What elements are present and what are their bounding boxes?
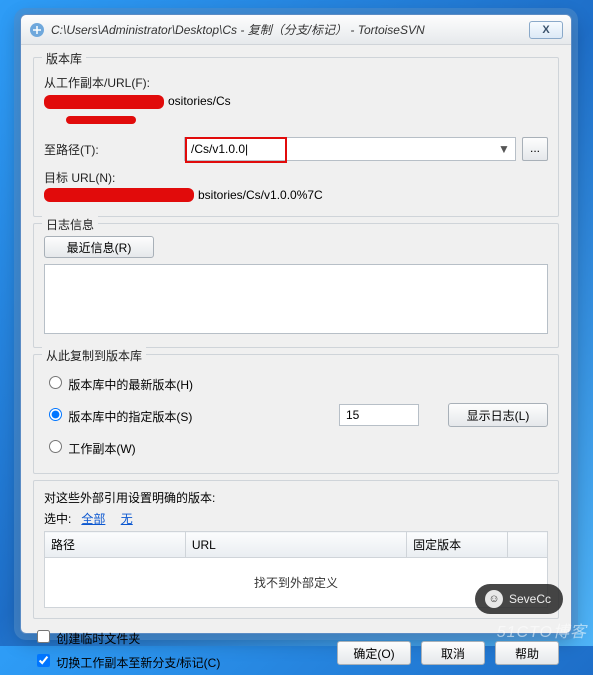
client-area: 版本库 从工作副本/URL(F): ositories/Cs 至路径(T): /… (21, 45, 571, 675)
externals-table: 路径 URL 固定版本 (44, 531, 548, 558)
from-url-value: ositories/Cs (168, 94, 231, 108)
log-group: 日志信息 最近信息(R) (33, 223, 559, 348)
revision-number-input[interactable] (339, 404, 419, 426)
footer: 创建临时文件夹 切换工作副本至新分支/标记(C) 确定(O) 取消 帮助 (33, 627, 559, 665)
repository-group: 版本库 从工作副本/URL(F): ositories/Cs 至路径(T): /… (33, 57, 559, 217)
avatar-icon: ☺ (485, 590, 503, 608)
externals-title: 对这些外部引用设置明确的版本: (44, 489, 548, 506)
dropdown-arrow-icon[interactable]: ▼ (497, 142, 511, 156)
help-button[interactable]: 帮助 (495, 641, 559, 665)
select-all-link[interactable]: 全部 (81, 512, 105, 526)
col-header-path[interactable]: 路径 (45, 532, 186, 558)
dialog-window: C:\Users\Administrator\Desktop\Cs - 复制（分… (20, 14, 572, 634)
from-url-label: 从工作副本/URL(F): (44, 74, 184, 91)
externals-empty-row: 找不到外部定义 (44, 558, 548, 608)
close-button[interactable]: X (529, 21, 563, 39)
browse-button[interactable]: ... (522, 137, 548, 161)
col-header-spacer (507, 532, 547, 558)
to-path-combobox[interactable]: /Cs/v1.0.0| ▼ (184, 137, 516, 161)
col-header-url[interactable]: URL (185, 532, 406, 558)
overlay-bubble-text: SeveCc (509, 592, 551, 606)
app-icon (29, 22, 45, 38)
log-message-textarea[interactable] (44, 264, 548, 334)
to-path-value: /Cs/v1.0.0| (191, 142, 248, 156)
copy-from-legend: 从此复制到版本库 (42, 347, 146, 364)
select-none-link[interactable]: 无 (121, 512, 133, 526)
watermark: 51CTO博客 (497, 618, 587, 642)
to-path-label: 至路径(T): (44, 141, 184, 158)
overlay-bubble: ☺ SeveCc (475, 584, 563, 614)
target-url-value: bsitories/Cs/v1.0.0%7C (198, 188, 323, 202)
ok-button[interactable]: 确定(O) (337, 641, 411, 665)
radio-specific-revision[interactable]: 版本库中的指定版本(S) (44, 405, 339, 425)
target-url-label: 目标 URL(N): (44, 169, 184, 186)
log-legend: 日志信息 (42, 216, 98, 233)
redaction-mark (44, 95, 164, 109)
radio-working-copy[interactable]: 工作副本(W) (44, 437, 548, 457)
radio-head-revision[interactable]: 版本库中的最新版本(H) (44, 373, 548, 393)
select-label: 选中: (44, 512, 71, 526)
show-log-button[interactable]: 显示日志(L) (448, 403, 548, 427)
redaction-mark (44, 188, 194, 202)
repository-legend: 版本库 (42, 50, 86, 67)
redaction-mark (66, 116, 136, 124)
recent-messages-button[interactable]: 最近信息(R) (44, 236, 154, 258)
cancel-button[interactable]: 取消 (421, 641, 485, 665)
window-title: C:\Users\Administrator\Desktop\Cs - 复制（分… (51, 21, 529, 38)
copy-from-group: 从此复制到版本库 版本库中的最新版本(H) 版本库中的指定版本(S) 显示日志(… (33, 354, 559, 474)
col-header-peg[interactable]: 固定版本 (407, 532, 508, 558)
titlebar[interactable]: C:\Users\Administrator\Desktop\Cs - 复制（分… (21, 15, 571, 45)
close-icon: X (542, 24, 549, 36)
